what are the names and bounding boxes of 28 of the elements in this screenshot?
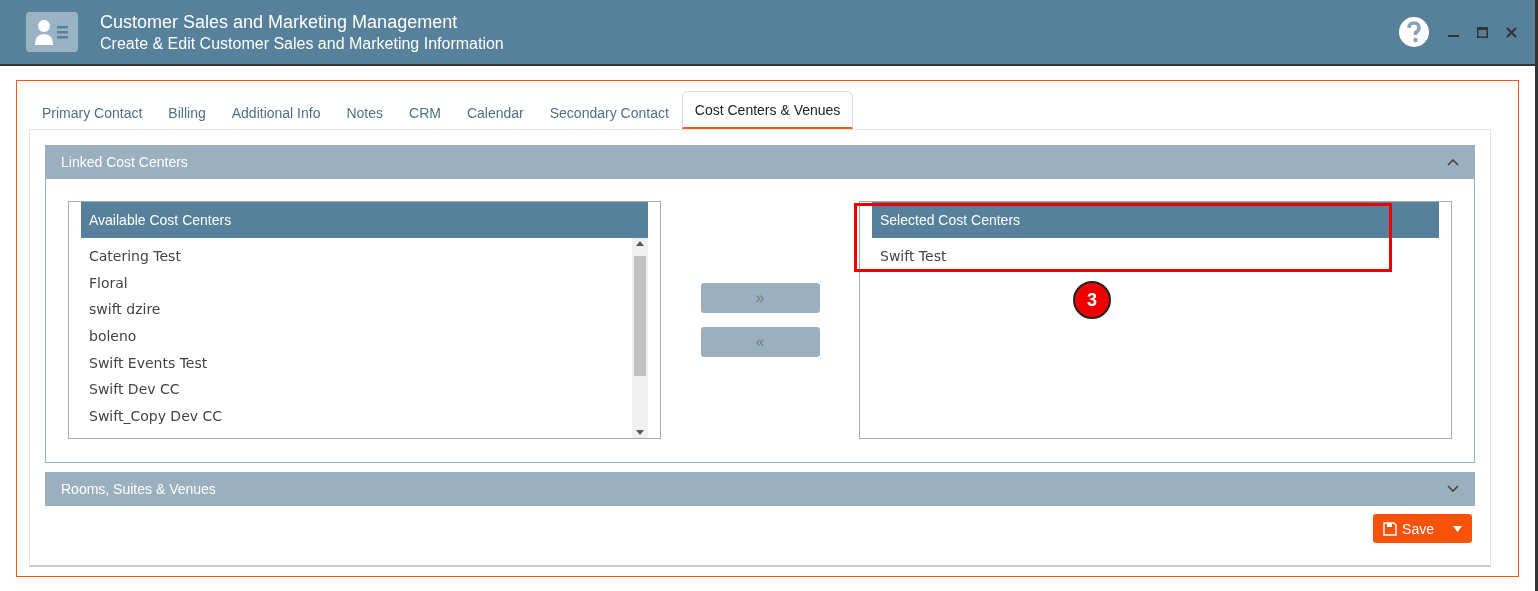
section-title: Linked Cost Centers xyxy=(61,154,188,170)
list-item[interactable]: Swift Dev CC xyxy=(81,375,632,403)
scroll-down-icon[interactable] xyxy=(636,430,644,435)
section-title: Rooms, Suites & Venues xyxy=(61,481,216,497)
list-item[interactable]: Swift Test xyxy=(872,243,1439,270)
window-title: Customer Sales and Marketing Management xyxy=(100,11,459,33)
save-button[interactable]: Save xyxy=(1373,514,1472,543)
list-header: Selected Cost Centers xyxy=(872,202,1439,238)
list-item[interactable]: Swift Events Test xyxy=(81,349,632,376)
close-icon[interactable] xyxy=(1506,26,1517,38)
chevron-down-icon[interactable] xyxy=(1447,485,1459,493)
tab[interactable]: Cost Centers & Venues xyxy=(681,91,854,129)
list-header: Available Cost Centers xyxy=(81,202,648,238)
scrollbar[interactable] xyxy=(632,238,648,438)
list-item[interactable]: swift dzire xyxy=(81,296,632,323)
scrollbar-thumb[interactable] xyxy=(634,256,646,376)
chevron-up-icon[interactable] xyxy=(1447,158,1459,166)
list-item[interactable]: Catering Test xyxy=(81,243,632,270)
list-item[interactable]: Floral xyxy=(81,269,632,297)
window-subtitle: Create & Edit Customer Sales and Marketing Information xyxy=(100,34,505,53)
step-number: 3 xyxy=(1073,281,1111,319)
help-icon[interactable] xyxy=(1398,16,1430,48)
list-item[interactable]: Swift_Copy Dev CC xyxy=(81,402,632,430)
maximize-icon[interactable] xyxy=(1477,26,1488,38)
scroll-up-icon[interactable] xyxy=(636,241,644,246)
list-item[interactable]: boleno xyxy=(81,322,632,350)
contact-card-icon xyxy=(26,12,78,52)
caret-icon[interactable] xyxy=(1453,525,1462,532)
